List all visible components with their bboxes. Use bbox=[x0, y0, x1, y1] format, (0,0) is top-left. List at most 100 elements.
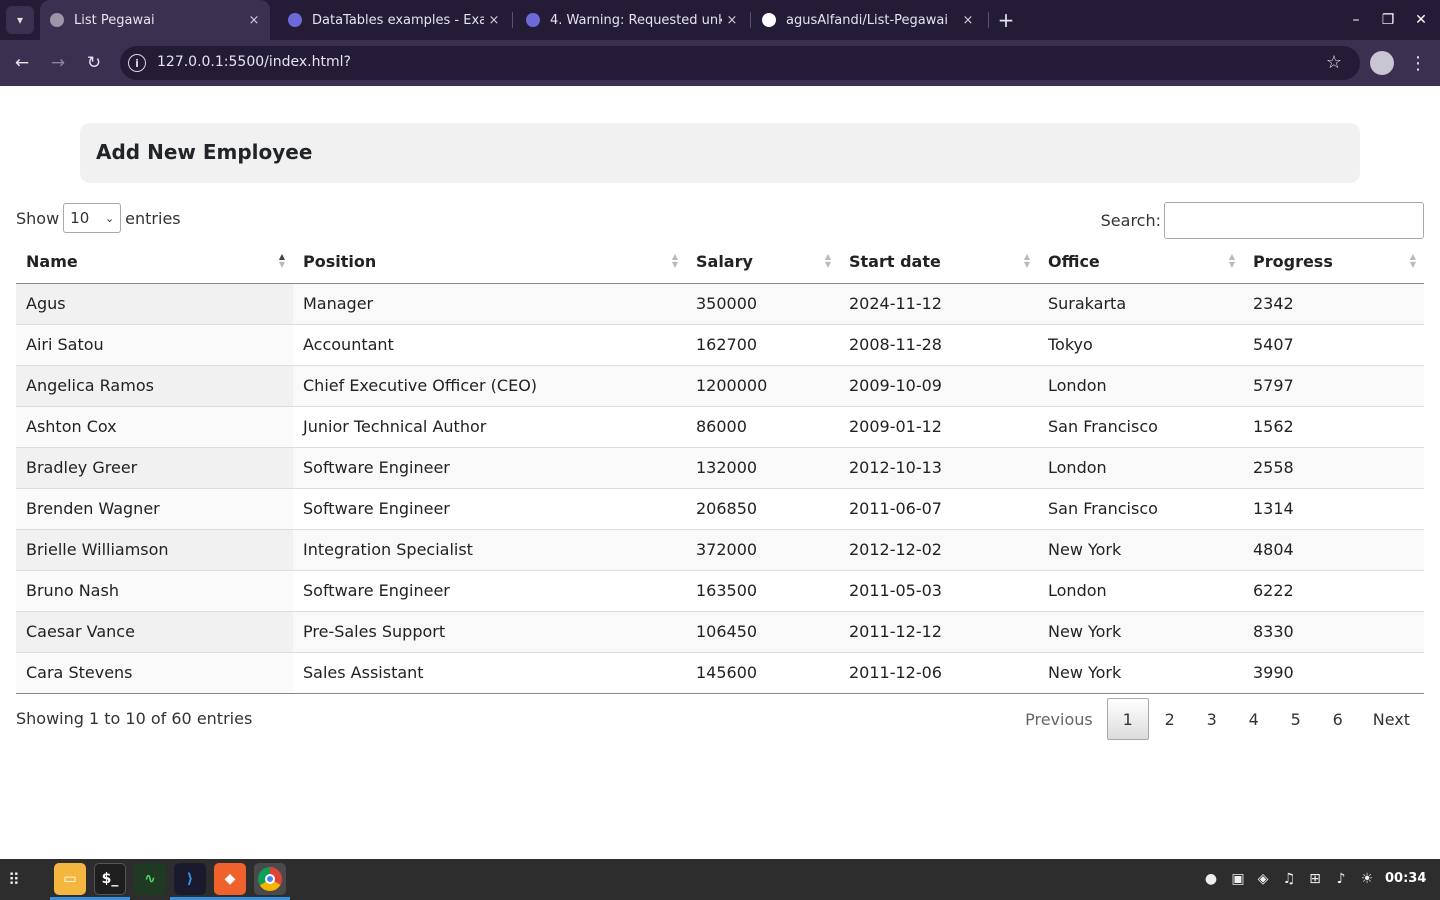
browser-toolbar: ← → ↻ i 127.0.0.1:5500/index.html? ☆ ⋮ bbox=[0, 40, 1440, 86]
address-bar[interactable]: i 127.0.0.1:5500/index.html? ☆ bbox=[120, 46, 1360, 80]
arrow-right-icon[interactable]: → bbox=[45, 50, 71, 76]
table-row[interactable]: Bradley Greer Software Engineer 132000 2012… bbox=[16, 446, 1424, 488]
column-header-label: Position bbox=[303, 252, 377, 272]
files-icon[interactable]: ▭ bbox=[54, 863, 86, 895]
tab-github-repo[interactable]: agusAlfandi/List-Pegawai × bbox=[752, 0, 984, 40]
pagination-page-2[interactable]: 2 bbox=[1149, 698, 1191, 740]
close-icon[interactable]: × bbox=[958, 13, 978, 28]
arrow-left-icon[interactable]: ← bbox=[9, 50, 35, 76]
app-grid-icon[interactable]: ⠿ bbox=[8, 871, 26, 889]
brightness-icon[interactable]: ☀ bbox=[1358, 870, 1376, 888]
music-icon[interactable]: ♪ bbox=[1332, 870, 1350, 888]
cell-name: Cara Stevens bbox=[16, 651, 293, 694]
search-input[interactable] bbox=[1164, 202, 1424, 239]
bell-icon[interactable]: ♫ bbox=[1280, 870, 1298, 888]
table-row[interactable]: Brenden Wagner Software Engineer 206850 201… bbox=[16, 487, 1424, 529]
vscode-icon[interactable]: ⟩ bbox=[174, 863, 206, 895]
cell-name: Caesar Vance bbox=[16, 610, 293, 652]
cell-name: Brenden Wagner bbox=[16, 487, 293, 529]
column-header-salary[interactable]: Salary ▲ ▼ bbox=[686, 241, 839, 284]
cell-start-date: 2011-12-06 bbox=[839, 651, 1038, 694]
chrome-icon[interactable] bbox=[254, 863, 286, 895]
table-row[interactable]: Caesar Vance Pre-Sales Support 106450 2011-… bbox=[16, 610, 1424, 652]
cell-progress: 2558 bbox=[1243, 446, 1424, 488]
close-icon[interactable]: × bbox=[722, 13, 742, 28]
tab-list-pegawai[interactable]: List Pegawai × bbox=[40, 0, 270, 40]
pagination-page-1[interactable]: 1 bbox=[1106, 698, 1149, 740]
search-control: Search: bbox=[1101, 202, 1424, 239]
tab-warning[interactable]: 4. Warning: Requested unkn × bbox=[516, 0, 748, 40]
pagination-page-5[interactable]: 5 bbox=[1275, 698, 1317, 740]
employee-table: Name ▲ ▼ Position ▲ ▼ Salary ▲ ▼ Start date ▲ ▼ … bbox=[16, 241, 1424, 694]
cell-name: Ashton Cox bbox=[16, 405, 293, 447]
clipboard-icon[interactable]: ▣ bbox=[1229, 870, 1247, 888]
pagination-page-3[interactable]: 3 bbox=[1191, 698, 1233, 740]
table-row[interactable]: Angelica Ramos Chief Executive Officer (C… bbox=[16, 364, 1424, 406]
pagination-next[interactable]: Next bbox=[1359, 698, 1424, 740]
system-monitor-icon[interactable]: ∿ bbox=[134, 863, 166, 895]
reload-icon[interactable]: ↻ bbox=[81, 50, 107, 76]
clock[interactable]: 00:34 bbox=[1385, 871, 1426, 886]
profile-avatar-icon[interactable] bbox=[1370, 51, 1394, 75]
table-row[interactable]: Bruno Nash Software Engineer 163500 2011-05… bbox=[16, 569, 1424, 611]
sort-icon: ▲ ▼ bbox=[671, 252, 678, 269]
column-header-label: Progress bbox=[1253, 252, 1333, 272]
user-icon[interactable]: ● bbox=[1202, 870, 1220, 888]
pagination-previous[interactable]: Previous bbox=[1011, 698, 1107, 740]
pagination-page-4[interactable]: 4 bbox=[1233, 698, 1275, 740]
minimize-icon[interactable]: – bbox=[1346, 10, 1366, 30]
shield-icon[interactable]: ◈ bbox=[1254, 870, 1272, 888]
terminal-icon[interactable]: $_ bbox=[94, 863, 126, 895]
table-row[interactable]: Agus Manager 350000 2024-11-12 Surakarta 2342 bbox=[16, 282, 1424, 324]
cell-position: Accountant bbox=[293, 323, 686, 365]
column-header-start-date[interactable]: Start date ▲ ▼ bbox=[839, 241, 1038, 284]
address-url[interactable]: 127.0.0.1:5500/index.html? bbox=[157, 54, 351, 70]
kebab-menu-icon[interactable]: ⋮ bbox=[1408, 50, 1428, 76]
column-header-name[interactable]: Name ▲ ▼ bbox=[16, 241, 293, 284]
github-icon bbox=[762, 13, 776, 27]
cell-progress: 3990 bbox=[1243, 651, 1424, 694]
chevron-down-icon[interactable]: ▾ bbox=[6, 6, 34, 34]
sort-icon: ▲ ▼ bbox=[1409, 252, 1416, 269]
tab-datatables-examples[interactable]: DataTables examples - Exam × bbox=[278, 0, 510, 40]
cell-progress: 4804 bbox=[1243, 528, 1424, 570]
sort-ascending-icon: ▲ ▼ bbox=[278, 252, 285, 269]
cell-position: Software Engineer bbox=[293, 487, 686, 529]
column-header-office[interactable]: Office ▲ ▼ bbox=[1038, 241, 1243, 284]
table-row[interactable]: Cara Stevens Sales Assistant 145600 2011-12… bbox=[16, 651, 1424, 694]
column-header-label: Start date bbox=[849, 252, 941, 272]
add-employee-panel[interactable]: Add New Employee bbox=[80, 123, 1360, 183]
cell-start-date: 2011-12-12 bbox=[839, 610, 1038, 652]
table-row[interactable]: Brielle Williamson Integration Specialist… bbox=[16, 528, 1424, 570]
close-icon[interactable]: × bbox=[244, 13, 264, 28]
column-header-progress[interactable]: Progress ▲ ▼ bbox=[1243, 241, 1424, 284]
table-row[interactable]: Airi Satou Accountant 162700 2008-11-28 Toky… bbox=[16, 323, 1424, 365]
cell-office: New York bbox=[1038, 528, 1243, 570]
entries-select-value: 10 bbox=[70, 209, 90, 227]
table-row[interactable]: Ashton Cox Junior Technical Author 86000 20… bbox=[16, 405, 1424, 447]
brave-icon[interactable]: ◆ bbox=[214, 863, 246, 895]
column-header-position[interactable]: Position ▲ ▼ bbox=[293, 241, 686, 284]
tab-separator bbox=[512, 12, 513, 28]
cell-progress: 5797 bbox=[1243, 364, 1424, 406]
pagination-page-6[interactable]: 6 bbox=[1317, 698, 1359, 740]
chrome-logo bbox=[258, 867, 282, 891]
cell-progress: 8330 bbox=[1243, 610, 1424, 652]
show-label: Show bbox=[16, 208, 60, 228]
close-window-icon[interactable]: ✕ bbox=[1411, 10, 1431, 30]
maximize-icon[interactable]: ❐ bbox=[1378, 10, 1398, 30]
entries-select[interactable]: 10 ⌄ bbox=[63, 203, 122, 233]
cell-name: Airi Satou bbox=[16, 323, 293, 365]
info-icon[interactable]: i bbox=[128, 54, 146, 72]
close-icon[interactable]: × bbox=[484, 13, 504, 28]
cell-position: Integration Specialist bbox=[293, 528, 686, 570]
new-tab-icon[interactable]: + bbox=[994, 8, 1018, 32]
entries-length-control: Show 10 ⌄ entries bbox=[16, 203, 181, 233]
datatables-favicon-icon bbox=[526, 13, 540, 27]
network-icon[interactable]: ⊞ bbox=[1306, 870, 1324, 888]
cell-salary: 1200000 bbox=[686, 364, 839, 406]
os-taskbar: ⠿ ▭ $_ ∿ ⟩ ◆ ● ▣ ◈ ♫ ⊞ ♪ ☀ 00:34 bbox=[0, 859, 1440, 900]
table-info: Showing 1 to 10 of 60 entries bbox=[16, 709, 253, 728]
search-label: Search: bbox=[1100, 211, 1161, 230]
star-icon[interactable]: ☆ bbox=[1326, 52, 1342, 73]
